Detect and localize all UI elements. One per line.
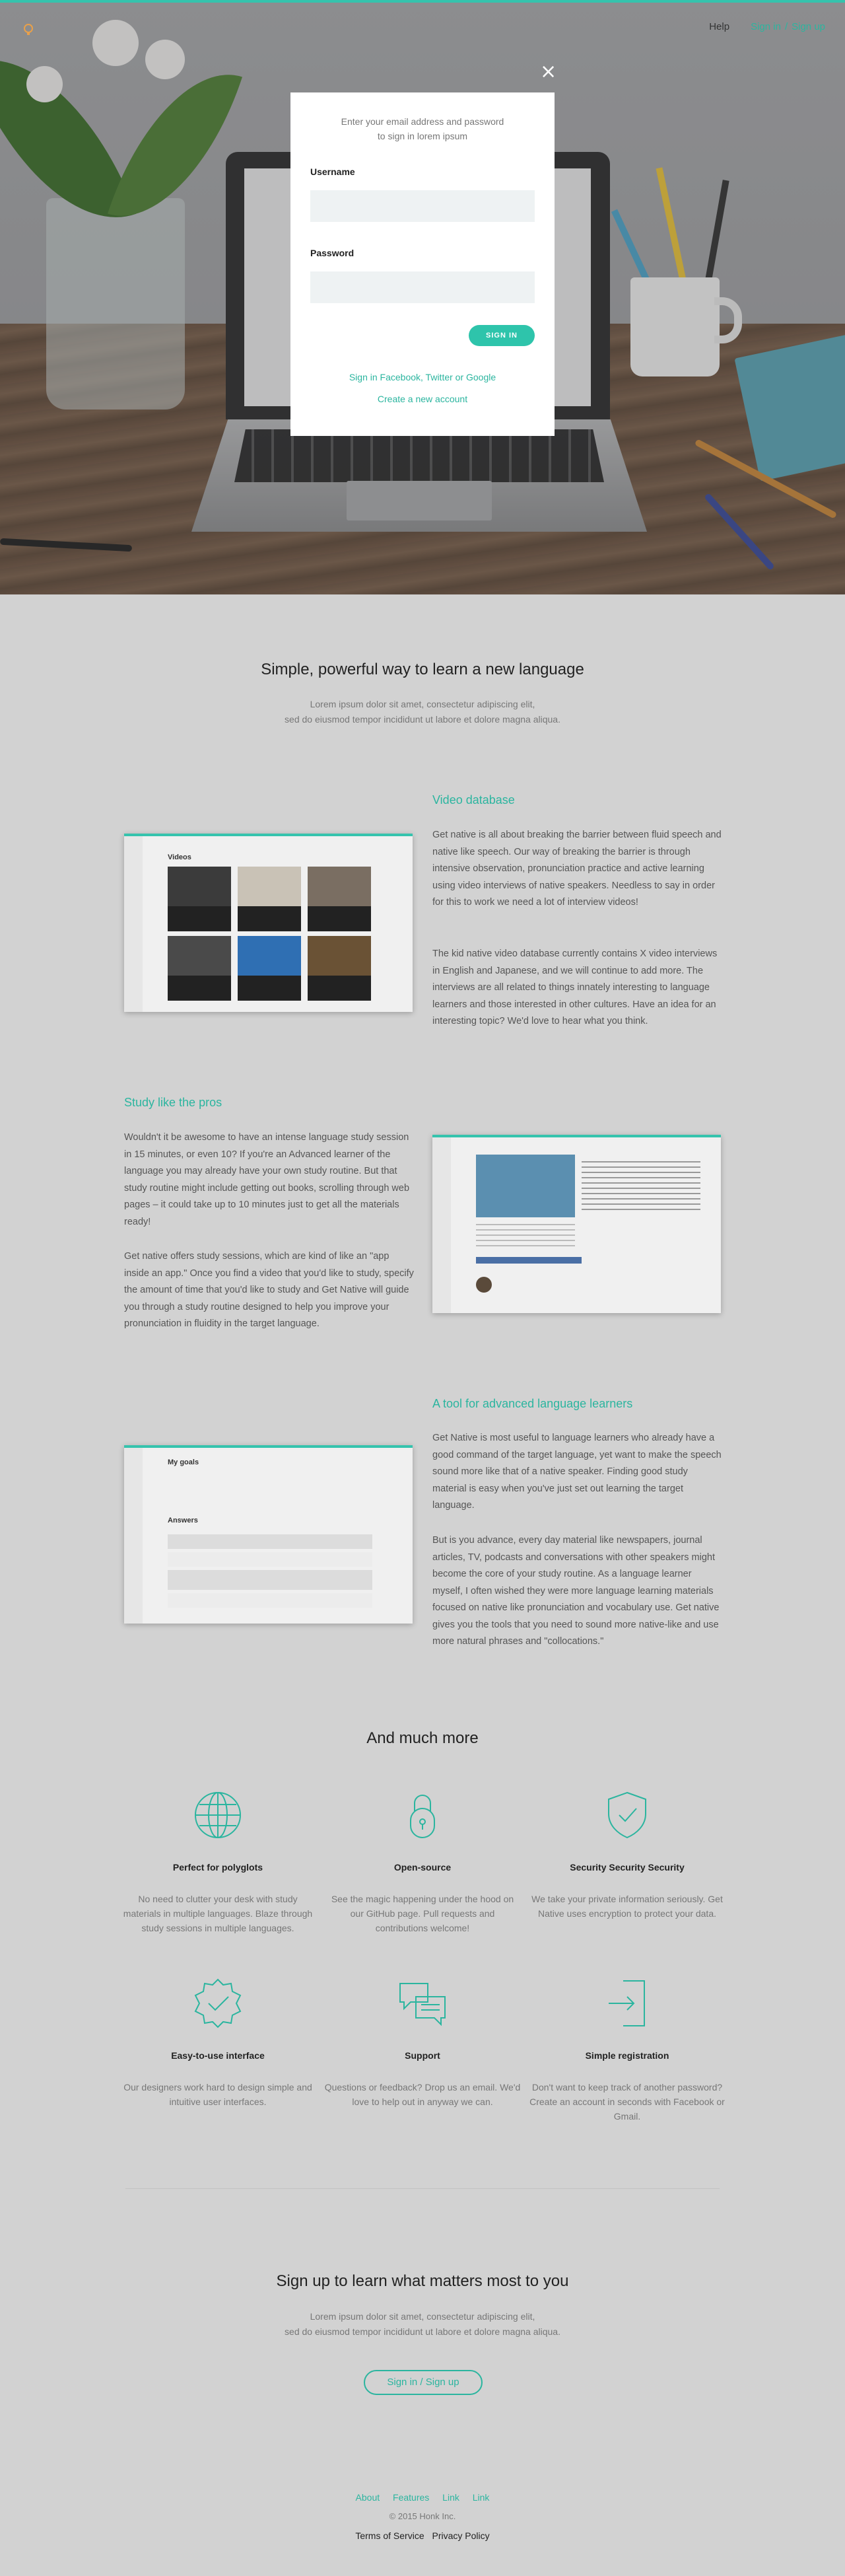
- much-more-title: And much more: [366, 1729, 479, 1747]
- password-label: Password: [310, 248, 355, 258]
- footer-links: About Features Link Link: [0, 2492, 845, 2503]
- cta-sign-in-button[interactable]: Sign in / Sign up: [364, 2370, 483, 2395]
- videos-heading: Videos: [168, 853, 191, 861]
- feature-title-advanced-learners: A tool for advanced language learners: [432, 1397, 633, 1410]
- goals-screenshot: My goals Answers: [124, 1445, 413, 1624]
- sign-in-modal: Enter your email address and password to…: [290, 92, 555, 436]
- feature-item-text: We take your private information serious…: [531, 1894, 723, 1919]
- top-nav: Help Sign in / Sign up: [709, 21, 825, 32]
- video-database-screenshot: Videos: [124, 834, 413, 1012]
- close-icon[interactable]: ×: [540, 62, 557, 82]
- feature-paragraph: The kid native video database currently …: [432, 948, 718, 1026]
- chat-icon: [399, 1983, 446, 2026]
- globe-icon: [195, 1792, 241, 1838]
- footer-link-about[interactable]: About: [356, 2492, 380, 2503]
- intro-subtitle: Lorem ipsum dolor sit amet, consectetur …: [285, 699, 560, 725]
- feature-paragraph: Get Native is most useful to language le…: [432, 1433, 722, 1511]
- social-sign-in-link[interactable]: Sign in Facebook, Twitter or Google: [310, 372, 535, 382]
- feature-item-text: Questions or feedback? Drop us an email.…: [324, 2082, 521, 2107]
- top-accent-line: [0, 0, 845, 3]
- section-divider: [125, 2188, 720, 2189]
- footer-link-features[interactable]: Features: [393, 2492, 429, 2503]
- logo-icon[interactable]: [21, 22, 36, 37]
- cta-subtitle: Lorem ipsum dolor sit amet, consectetur …: [285, 2311, 560, 2337]
- username-label: Username: [310, 166, 355, 177]
- footer-link[interactable]: Link: [442, 2492, 459, 2503]
- nav-sign-in-link[interactable]: Sign in: [751, 21, 781, 32]
- feature-title-study-like-the-pros: Study like the pros: [124, 1096, 222, 1109]
- help-link[interactable]: Help: [709, 21, 729, 32]
- shield-icon: [608, 1791, 646, 1839]
- terms-link[interactable]: Terms of Service: [355, 2530, 424, 2541]
- username-field[interactable]: [310, 190, 535, 222]
- feature-item-text: Don't want to keep track of another pass…: [529, 2082, 725, 2122]
- modal-intro: Enter your email address and password to…: [341, 116, 504, 141]
- nav-sign-up-link[interactable]: Sign up: [792, 21, 825, 32]
- copyright: © 2015 Honk Inc.: [389, 2511, 456, 2521]
- legal-links: Terms of Service Privacy Policy: [0, 2530, 845, 2541]
- study-session-screenshot: [432, 1135, 721, 1313]
- feature-item-text: See the magic happening under the hood o…: [331, 1894, 514, 1933]
- intro-title: Simple, powerful way to learn a new lang…: [261, 661, 584, 678]
- feature-paragraph: Wouldn't it be awesome to have an intens…: [124, 1132, 410, 1227]
- feature-paragraph: But is you advance, every day material l…: [432, 1535, 720, 1647]
- answers-heading: Answers: [168, 1517, 198, 1524]
- sign-in-button[interactable]: SIGN IN: [469, 325, 535, 346]
- feature-paragraph: Get native offers study sessions, which …: [124, 1251, 414, 1329]
- privacy-link[interactable]: Privacy Policy: [432, 2530, 490, 2541]
- feature-item-title: Security Security Security: [570, 1862, 685, 1873]
- feature-item-title: Simple registration: [585, 2050, 669, 2061]
- feature-item-text: No need to clutter your desk with study …: [123, 1894, 313, 1933]
- feature-item-title: Easy-to-use interface: [171, 2050, 265, 2061]
- feature-item-title: Perfect for polyglots: [172, 1862, 263, 1873]
- feature-item-title: Open-source: [393, 1862, 452, 1873]
- cta-title: Sign up to learn what matters most to yo…: [276, 2272, 569, 2290]
- lock-icon: [410, 1795, 435, 1838]
- create-account-link[interactable]: Create a new account: [310, 394, 535, 404]
- goals-heading: My goals: [168, 1458, 199, 1466]
- feature-paragraph: Get native is all about breaking the bar…: [432, 830, 722, 908]
- feature-item-text: Our designers work hard to design simple…: [123, 2082, 312, 2107]
- feature-title-video-database: Video database: [432, 793, 515, 806]
- footer-link[interactable]: Link: [473, 2492, 490, 2503]
- feature-item-title: Support: [405, 2050, 440, 2061]
- sign-in-icon: [609, 1980, 645, 2026]
- password-field[interactable]: [310, 271, 535, 303]
- badge-check-icon: [194, 1978, 242, 2028]
- nav-separator: /: [784, 21, 788, 32]
